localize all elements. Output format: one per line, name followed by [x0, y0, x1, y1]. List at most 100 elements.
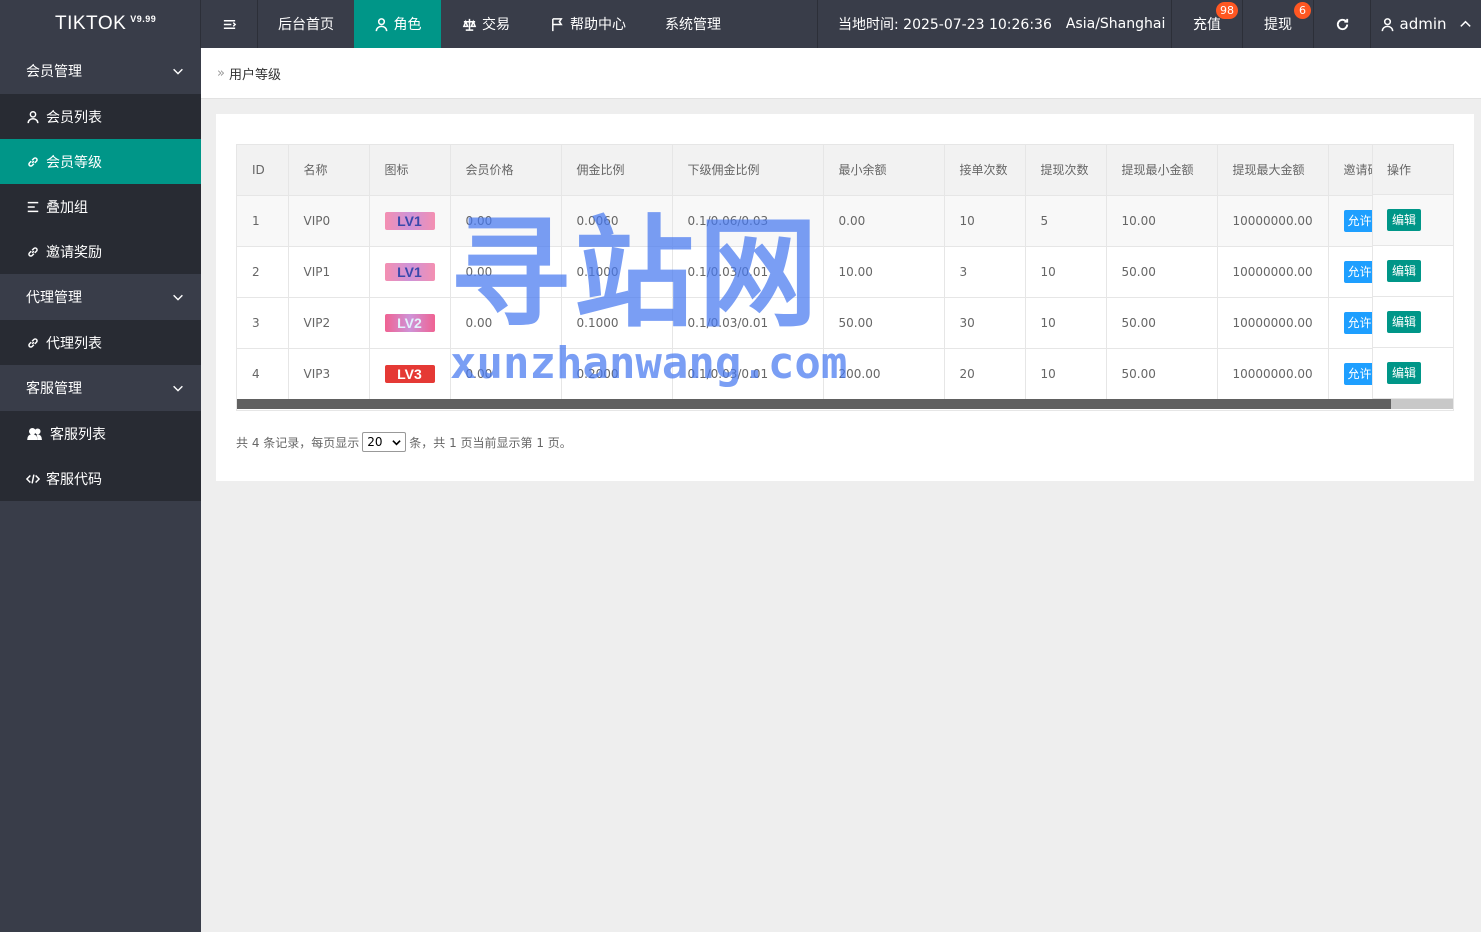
- nav-home-label: 后台首页: [278, 17, 334, 33]
- app-logo[interactable]: TIKTOK V9.99: [0, 0, 201, 48]
- sidebar-item-label: 客服代码: [46, 471, 102, 488]
- page-size-select[interactable]: 20: [362, 432, 407, 452]
- cell-icon: LV1: [369, 246, 451, 298]
- nav-trade-label: 交易: [482, 17, 510, 33]
- withdraw-badge: 6: [1294, 2, 1311, 19]
- cell-withdraw-max: 10000000.00: [1217, 348, 1329, 400]
- local-time: 当地时间: 2025-07-23 10:26:36 Asia/Shanghai: [818, 0, 1171, 48]
- cell-commission: 0.0060: [561, 195, 673, 247]
- double-chevron-right-icon: »: [217, 65, 225, 81]
- chevron-up-icon: [1459, 20, 1471, 27]
- nav-trade[interactable]: 交易: [441, 0, 531, 48]
- level-table-grid: ID 名称 图标 会员价格 佣金比例 下级佣金比例 最小余额 接单次数 提现次数…: [237, 145, 1449, 400]
- sidebar-item-label: 代理列表: [46, 335, 102, 352]
- sidebar: 会员管理 会员列表 会员等级 叠加组 邀请奖励 代理管理 代理列表 客服管理 客…: [0, 48, 201, 932]
- chevron-down-icon: [392, 439, 401, 445]
- top-header: TIKTOK V9.99 后台首页 角色 交易 帮助中心 系统管理 当地时间: 2…: [0, 0, 1481, 48]
- cell-withdraw-max: 10000000.00: [1217, 297, 1329, 349]
- sidebar-group-member[interactable]: 会员管理: [0, 48, 201, 94]
- logo-text: TIKTOK: [55, 13, 127, 34]
- col-withdraw-times[interactable]: 提现次数: [1025, 145, 1107, 196]
- col-price[interactable]: 会员价格: [450, 145, 562, 196]
- horizontal-scrollbar[interactable]: [237, 399, 1453, 409]
- col-withdraw-min[interactable]: 提现最小金额: [1106, 145, 1218, 196]
- allow-button[interactable]: 允许: [1343, 209, 1376, 232]
- pagination: 共 4 条记录，每页显示 20 条，共 1 页当前显示第 1 页。: [236, 432, 572, 452]
- edit-button[interactable]: 编辑: [1387, 260, 1422, 282]
- edit-button[interactable]: 编辑: [1387, 209, 1422, 231]
- cell-min-balance: 50.00: [823, 297, 945, 349]
- sidebar-item-label: 邀请奖励: [46, 244, 102, 261]
- col-orders[interactable]: 接单次数: [944, 145, 1026, 196]
- cell-withdraw-times: 10: [1025, 297, 1107, 349]
- col-action: 操作: [1373, 145, 1453, 195]
- scale-icon: [462, 18, 477, 31]
- col-name[interactable]: 名称: [288, 145, 370, 196]
- cell-price: 0.00: [450, 246, 562, 298]
- cell-commission: 0.2000: [561, 348, 673, 400]
- scrollbar-thumb[interactable]: [237, 399, 1391, 409]
- recharge-button[interactable]: 充值 98: [1172, 0, 1242, 48]
- col-commission[interactable]: 佣金比例: [561, 145, 673, 196]
- cell-orders: 3: [944, 246, 1026, 298]
- nav-role[interactable]: 角色: [354, 0, 441, 48]
- withdraw-button[interactable]: 提现 6: [1243, 0, 1313, 48]
- sidebar-item-invite-reward[interactable]: 邀请奖励: [0, 229, 201, 274]
- cell-price: 0.00: [450, 297, 562, 349]
- cell-name: VIP3: [288, 348, 370, 400]
- col-sub-commission[interactable]: 下级佣金比例: [672, 145, 824, 196]
- sidebar-item-agent-list[interactable]: 代理列表: [0, 320, 201, 365]
- nav-system-label: 系统管理: [665, 17, 721, 33]
- recharge-label: 充值: [1193, 17, 1221, 33]
- users-icon: [27, 427, 42, 440]
- col-icon[interactable]: 图标: [369, 145, 451, 196]
- cell-withdraw-min: 50.00: [1106, 246, 1218, 298]
- cell-commission: 0.1000: [561, 297, 673, 349]
- cell-min-balance: 0.00: [823, 195, 945, 247]
- user-menu[interactable]: admin: [1371, 0, 1481, 48]
- cell-withdraw-min: 50.00: [1106, 297, 1218, 349]
- nav-help[interactable]: 帮助中心: [531, 0, 645, 48]
- col-withdraw-max[interactable]: 提现最大金额: [1217, 145, 1329, 196]
- nav-role-label: 角色: [393, 17, 422, 33]
- refresh-button[interactable]: [1314, 0, 1370, 48]
- level-table: ID 名称 图标 会员价格 佣金比例 下级佣金比例 最小余额 接单次数 提现次数…: [236, 144, 1454, 411]
- allow-button[interactable]: 允许: [1343, 311, 1376, 334]
- sidebar-group-service[interactable]: 客服管理: [0, 365, 201, 411]
- nav-system[interactable]: 系统管理: [645, 0, 741, 48]
- header-right: 当地时间: 2025-07-23 10:26:36 Asia/Shanghai …: [817, 0, 1481, 48]
- cell-name: VIP1: [288, 246, 370, 298]
- sidebar-item-member-level[interactable]: 会员等级: [0, 139, 201, 184]
- col-id[interactable]: ID: [237, 145, 289, 196]
- cell-withdraw-times: 5: [1025, 195, 1107, 247]
- chevron-down-icon: [173, 68, 183, 75]
- cell-sub-commission: 0.1/0.03/0.01: [672, 246, 824, 298]
- menu-toggle-button[interactable]: [201, 0, 257, 48]
- cell-orders: 10: [944, 195, 1026, 247]
- sidebar-item-service-code[interactable]: 客服代码: [0, 456, 201, 501]
- withdraw-label: 提现: [1264, 17, 1292, 33]
- level-badge-icon: LV1: [384, 262, 435, 281]
- refresh-icon: [1336, 18, 1348, 30]
- sidebar-item-stack-group[interactable]: 叠加组: [0, 184, 201, 229]
- cell-withdraw-min: 50.00: [1106, 348, 1218, 400]
- level-badge-icon: LV3: [384, 364, 435, 383]
- cell-withdraw-max: 10000000.00: [1217, 246, 1329, 298]
- timezone-text: Asia/Shanghai: [1065, 16, 1166, 32]
- allow-button[interactable]: 允许: [1343, 362, 1376, 385]
- action-cell: 编辑: [1373, 297, 1453, 348]
- col-min-balance[interactable]: 最小余额: [823, 145, 945, 196]
- cell-price: 0.00: [450, 195, 562, 247]
- allow-button[interactable]: 允许: [1343, 260, 1376, 283]
- pager-suffix: 条，共 1 页当前显示第 1 页。: [409, 435, 572, 450]
- cell-id: 4: [237, 348, 289, 400]
- edit-button[interactable]: 编辑: [1387, 311, 1422, 333]
- list-icon: [27, 201, 39, 212]
- edit-button[interactable]: 编辑: [1387, 362, 1422, 384]
- sidebar-group-agent[interactable]: 代理管理: [0, 274, 201, 320]
- sidebar-item-label: 客服列表: [50, 426, 106, 443]
- breadcrumb-current: 用户等级: [228, 67, 281, 83]
- sidebar-item-member-list[interactable]: 会员列表: [0, 94, 201, 139]
- sidebar-item-service-list[interactable]: 客服列表: [0, 411, 201, 456]
- nav-home[interactable]: 后台首页: [258, 0, 354, 48]
